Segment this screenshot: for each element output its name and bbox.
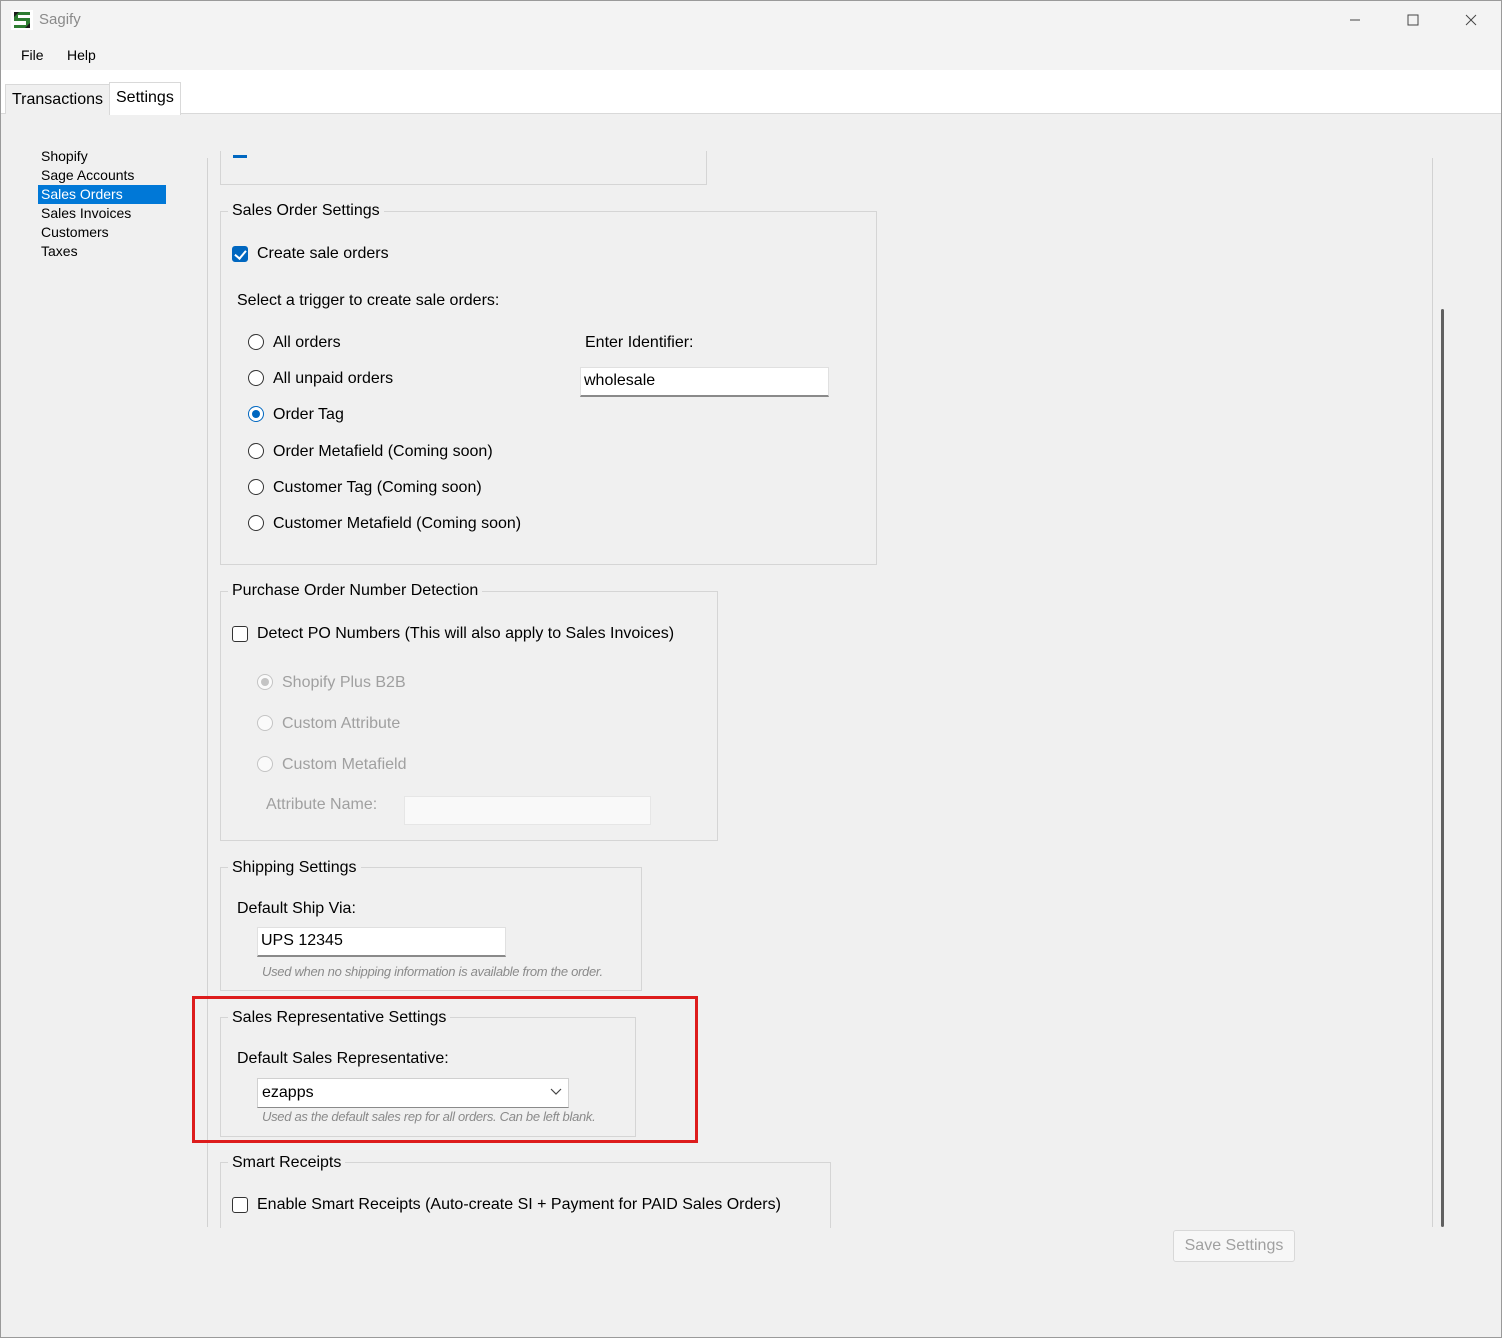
vertical-scrollbar[interactable] <box>1441 309 1444 1227</box>
nav-item-sales-invoices[interactable]: Sales Invoices <box>38 204 166 223</box>
maximize-icon <box>1407 14 1419 26</box>
close-button[interactable] <box>1442 1 1500 39</box>
nav-item-customers[interactable]: Customers <box>38 223 166 242</box>
po-source-custom-metafield-label[interactable]: Custom Metafield <box>282 756 407 774</box>
nav-item-taxes[interactable]: Taxes <box>38 242 166 261</box>
window-title: Sagify <box>39 11 81 28</box>
settings-nav-list: Shopify Sage Accounts Sales Orders Sales… <box>38 147 166 261</box>
checkbox-fragment <box>233 155 247 158</box>
menu-help[interactable]: Help <box>67 47 96 63</box>
po-source-custom-attribute-label[interactable]: Custom Attribute <box>282 715 400 733</box>
attribute-name-label: Attribute Name: <box>266 796 378 813</box>
detect-po-checkbox[interactable] <box>232 626 248 642</box>
po-source-custom-metafield-radio[interactable] <box>257 756 273 772</box>
po-detection-title: Purchase Order Number Detection <box>228 582 483 600</box>
nav-item-shopify[interactable]: Shopify <box>38 147 166 166</box>
minimize-icon <box>1350 19 1360 21</box>
sagify-logo-icon <box>11 10 33 30</box>
trigger-customer-tag-label[interactable]: Customer Tag (Coming soon) <box>273 479 482 497</box>
smart-receipts-checkbox[interactable] <box>232 1197 248 1213</box>
sales-rep-highlight-box <box>192 996 698 1143</box>
trigger-all-orders-label[interactable]: All orders <box>273 334 341 352</box>
trigger-prompt: Select a trigger to create sale orders: <box>237 292 500 309</box>
close-icon <box>1465 14 1477 26</box>
trigger-order-metafield-radio[interactable] <box>248 443 264 459</box>
ship-via-hint: Used when no shipping information is ava… <box>262 964 603 979</box>
create-sale-orders-checkbox[interactable] <box>232 246 248 262</box>
trigger-all-unpaid-orders-radio[interactable] <box>248 370 264 386</box>
sales-order-settings-title: Sales Order Settings <box>228 202 384 220</box>
nav-item-sales-orders[interactable]: Sales Orders <box>38 185 166 204</box>
trigger-customer-tag-radio[interactable] <box>248 479 264 495</box>
identifier-label: Enter Identifier: <box>585 334 694 351</box>
trigger-order-tag-radio[interactable] <box>248 406 264 422</box>
app-window: Sagify File Help Transactions Settings S… <box>0 0 1502 1338</box>
tab-transactions[interactable]: Transactions <box>5 84 110 114</box>
tab-strip: Transactions Settings <box>1 70 1501 115</box>
menu-file[interactable]: File <box>21 47 44 63</box>
po-source-custom-attribute-radio[interactable] <box>257 715 273 731</box>
previous-settings-group <box>220 151 707 185</box>
attribute-name-input[interactable] <box>404 796 651 825</box>
minimize-button[interactable] <box>1326 1 1384 39</box>
save-settings-button[interactable]: Save Settings <box>1173 1230 1295 1262</box>
create-sale-orders-label[interactable]: Create sale orders <box>257 245 389 263</box>
menu-bar: File Help <box>1 39 1501 70</box>
maximize-button[interactable] <box>1384 1 1442 39</box>
identifier-input[interactable]: wholesale <box>580 367 829 397</box>
title-bar: Sagify <box>1 1 1501 39</box>
trigger-all-unpaid-orders-label[interactable]: All unpaid orders <box>273 370 393 388</box>
trigger-order-tag-label[interactable]: Order Tag <box>273 406 344 424</box>
trigger-all-orders-radio[interactable] <box>248 334 264 350</box>
ship-via-label: Default Ship Via: <box>237 900 356 917</box>
trigger-customer-metafield-label[interactable]: Customer Metafield (Coming soon) <box>273 515 521 533</box>
po-source-shopify-b2b-radio[interactable] <box>257 674 273 690</box>
tab-settings[interactable]: Settings <box>109 82 181 115</box>
detect-po-label[interactable]: Detect PO Numbers (This will also apply … <box>257 625 674 643</box>
smart-receipts-title: Smart Receipts <box>228 1154 346 1172</box>
po-source-shopify-b2b-label[interactable]: Shopify Plus B2B <box>282 674 406 692</box>
trigger-customer-metafield-radio[interactable] <box>248 515 264 531</box>
smart-receipts-label[interactable]: Enable Smart Receipts (Auto-create SI + … <box>257 1196 781 1214</box>
shipping-settings-title: Shipping Settings <box>228 859 361 877</box>
ship-via-input[interactable]: UPS 12345 <box>257 927 506 957</box>
nav-item-sage-accounts[interactable]: Sage Accounts <box>38 166 166 185</box>
trigger-order-metafield-label[interactable]: Order Metafield (Coming soon) <box>273 443 493 461</box>
